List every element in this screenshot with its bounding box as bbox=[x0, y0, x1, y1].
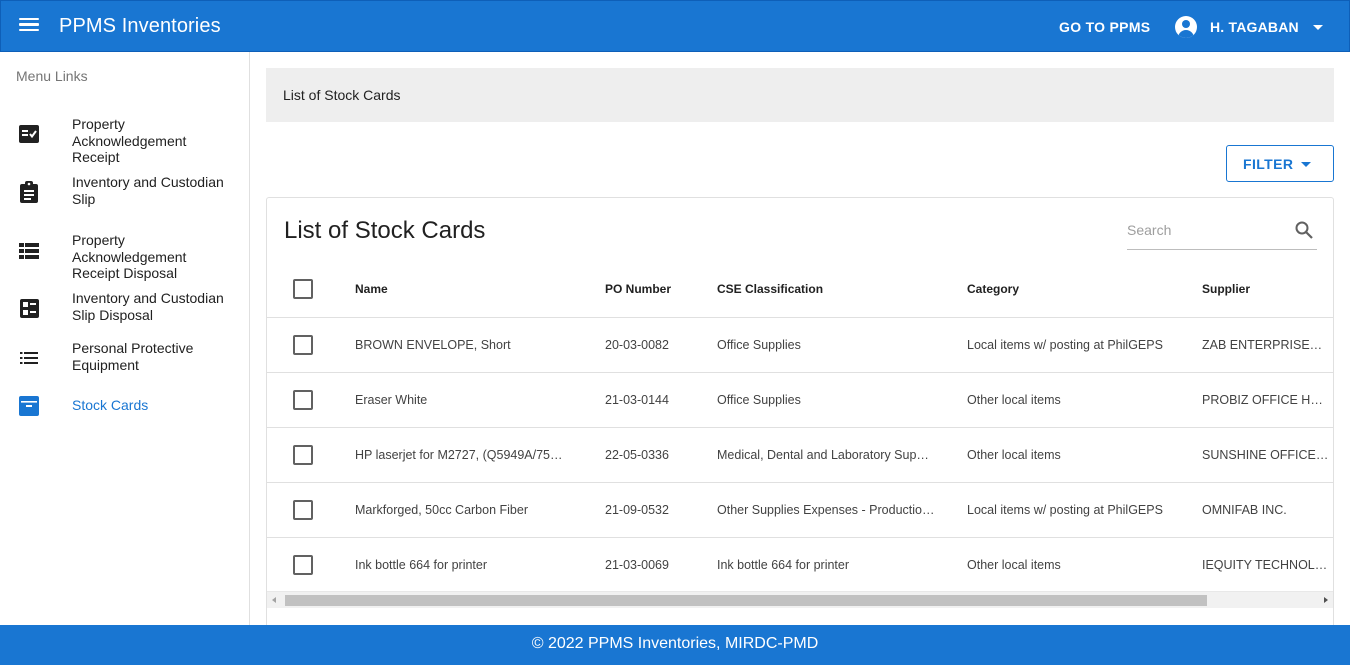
select-all-cell bbox=[267, 262, 347, 318]
table-row[interactable]: Markforged, 50cc Carbon Fiber 21-09-0532… bbox=[267, 482, 1333, 538]
sidebar-item-property-acknowledgement-receipt[interactable]: Property Acknowledgement Receipt bbox=[0, 108, 249, 165]
stock-cards-card: List of Stock Cards Name PO Number CSE C… bbox=[266, 197, 1334, 637]
cell-cse-classification: Other Supplies Expenses - Productio… bbox=[709, 482, 959, 538]
sidebar-item-stock-cards[interactable]: Stock Cards bbox=[0, 394, 249, 418]
cell-po-number: 20-03-0082 bbox=[597, 317, 709, 373]
cell-po-number: 22-05-0336 bbox=[597, 427, 709, 483]
cell-supplier: OMNIFAB INC. bbox=[1194, 482, 1333, 538]
row-checkbox-cell bbox=[267, 317, 347, 373]
row-checkbox[interactable] bbox=[293, 444, 313, 465]
column-header-cse-classification[interactable]: CSE Classification bbox=[709, 262, 959, 318]
cell-category: Local items w/ posting at PhilGEPS bbox=[959, 317, 1194, 373]
row-checkbox-cell bbox=[267, 427, 347, 483]
user-name: H. TAGABAN bbox=[1210, 19, 1299, 35]
table-row[interactable]: HP laserjet for M2727, (Q5949A/75… 22-05… bbox=[267, 427, 1333, 483]
search-field bbox=[1127, 212, 1317, 250]
row-checkbox-cell bbox=[267, 482, 347, 538]
sidebar-item-label: Inventory and Custodian Slip Disposal bbox=[72, 290, 224, 323]
sidebar-item-par-disposal[interactable]: Property Acknowledgement Receipt Disposa… bbox=[0, 224, 249, 281]
cell-supplier: SUNSHINE OFFICE… bbox=[1194, 427, 1333, 483]
cell-category: Other local items bbox=[959, 537, 1194, 592]
account-circle-icon bbox=[1175, 16, 1197, 38]
caret-down-icon bbox=[1312, 24, 1323, 30]
sidebar-item-inventory-custodian-slip[interactable]: Inventory and Custodian Slip bbox=[0, 172, 249, 212]
breadcrumb-text: List of Stock Cards bbox=[283, 87, 401, 103]
cell-po-number: 21-03-0069 bbox=[597, 537, 709, 592]
sidebar-item-label: Personal Protective Equipment bbox=[72, 340, 194, 373]
view-list-icon bbox=[18, 240, 40, 262]
table-row[interactable]: Eraser White 21-03-0144 Office Supplies … bbox=[267, 372, 1333, 428]
breadcrumb: List of Stock Cards bbox=[266, 68, 1334, 122]
cell-category: Other local items bbox=[959, 427, 1194, 483]
cell-name: HP laserjet for M2727, (Q5949A/75… bbox=[347, 427, 597, 483]
row-checkbox-cell bbox=[267, 537, 347, 592]
scrollbar-thumb[interactable] bbox=[285, 595, 1207, 606]
sidebar-item-label: Inventory and Custodian Slip bbox=[72, 174, 224, 207]
cell-po-number: 21-03-0144 bbox=[597, 372, 709, 428]
sidebar-heading: Menu Links bbox=[16, 68, 88, 84]
sidebar-item-label: Stock Cards bbox=[72, 397, 149, 413]
filter-label: FILTER bbox=[1243, 156, 1294, 172]
sidebar-item-label: Property Acknowledgement Receipt Disposa… bbox=[72, 232, 187, 281]
filter-button[interactable]: FILTER bbox=[1226, 145, 1334, 182]
cell-po-number: 21-09-0532 bbox=[597, 482, 709, 538]
go-to-ppms-button[interactable]: GO TO PPMS bbox=[1059, 19, 1150, 35]
cell-cse-classification: Office Supplies bbox=[709, 372, 959, 428]
table-row[interactable]: Ink bottle 664 for printer 21-03-0069 In… bbox=[267, 537, 1333, 592]
horizontal-scrollbar[interactable] bbox=[267, 591, 1333, 608]
cell-name: BROWN ENVELOPE, Short bbox=[347, 317, 597, 373]
table-row[interactable]: BROWN ENVELOPE, Short 20-03-0082 Office … bbox=[267, 317, 1333, 373]
search-icon[interactable] bbox=[1295, 221, 1313, 239]
row-checkbox[interactable] bbox=[293, 554, 313, 575]
column-header-supplier[interactable]: Supplier bbox=[1194, 262, 1333, 318]
cell-cse-classification: Ink bottle 664 for printer bbox=[709, 537, 959, 592]
cell-category: Other local items bbox=[959, 372, 1194, 428]
select-all-checkbox[interactable] bbox=[293, 279, 313, 300]
sidebar-item-personal-protective-equipment[interactable]: Personal Protective Equipment bbox=[0, 338, 249, 378]
caret-down-icon bbox=[1301, 162, 1311, 167]
cell-supplier: ZAB ENTERPRISE… bbox=[1194, 317, 1333, 373]
app-bar: PPMS Inventories GO TO PPMS H. TAGABAN bbox=[0, 0, 1350, 52]
cell-cse-classification: Office Supplies bbox=[709, 317, 959, 373]
sidebar-item-ics-disposal[interactable]: Inventory and Custodian Slip Disposal bbox=[0, 288, 249, 328]
row-checkbox[interactable] bbox=[293, 499, 313, 520]
column-header-name[interactable]: Name bbox=[347, 262, 597, 318]
menu-icon[interactable] bbox=[19, 16, 41, 38]
table-header-row: Name PO Number CSE Classification Catego… bbox=[267, 262, 1333, 318]
sidebar: Menu Links Property Acknowledgement Rece… bbox=[0, 52, 250, 625]
sidebar-item-label: Property Acknowledgement Receipt bbox=[72, 116, 187, 165]
footer-text: © 2022 PPMS Inventories, MIRDC-PMD bbox=[531, 635, 819, 652]
row-checkbox-cell bbox=[267, 372, 347, 428]
column-header-po-number[interactable]: PO Number bbox=[597, 262, 709, 318]
cell-supplier: PROBIZ OFFICE H… bbox=[1194, 372, 1333, 428]
card-title: List of Stock Cards bbox=[284, 217, 486, 244]
fact-check-icon bbox=[18, 123, 40, 145]
row-checkbox[interactable] bbox=[293, 334, 313, 355]
assignment-icon bbox=[18, 181, 40, 203]
scroll-right-arrow-icon[interactable] bbox=[1324, 597, 1328, 603]
user-menu[interactable]: H. TAGABAN bbox=[1175, 15, 1323, 39]
cell-category: Local items w/ posting at PhilGEPS bbox=[959, 482, 1194, 538]
row-checkbox[interactable] bbox=[293, 389, 313, 410]
cell-cse-classification: Medical, Dental and Laboratory Sup… bbox=[709, 427, 959, 483]
ballot-icon bbox=[18, 297, 40, 319]
archive-icon bbox=[18, 395, 40, 417]
cell-name: Ink bottle 664 for printer bbox=[347, 537, 597, 592]
stock-cards-table: Name PO Number CSE Classification Catego… bbox=[267, 262, 1333, 592]
column-header-category[interactable]: Category bbox=[959, 262, 1194, 318]
scroll-left-arrow-icon[interactable] bbox=[272, 597, 276, 603]
footer: © 2022 PPMS Inventories, MIRDC-PMD bbox=[0, 625, 1350, 665]
table-container: Name PO Number CSE Classification Catego… bbox=[267, 262, 1333, 592]
cell-name: Markforged, 50cc Carbon Fiber bbox=[347, 482, 597, 538]
search-input[interactable] bbox=[1127, 220, 1287, 240]
cell-name: Eraser White bbox=[347, 372, 597, 428]
cell-supplier: IEQUITY TECHNOL… bbox=[1194, 537, 1333, 592]
app-title: PPMS Inventories bbox=[59, 15, 221, 37]
list-icon bbox=[18, 347, 40, 369]
